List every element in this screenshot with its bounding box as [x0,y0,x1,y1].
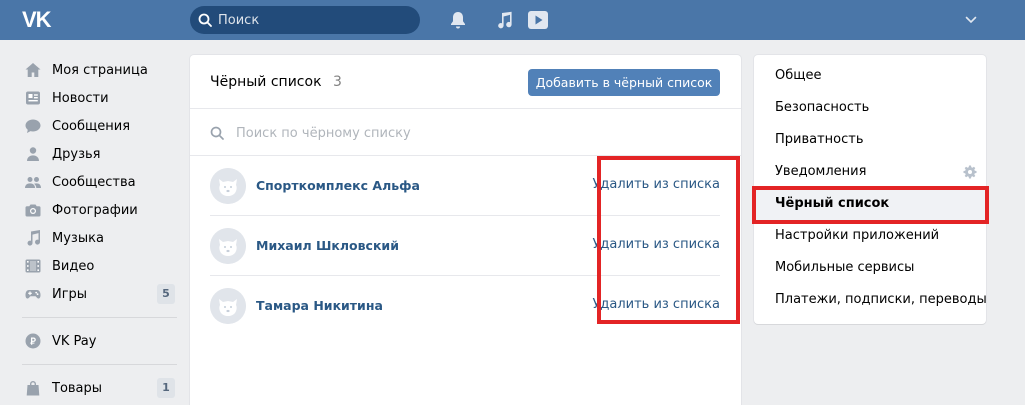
nav-label: Игры [52,286,88,302]
header-search-input[interactable] [218,6,408,34]
nav-label: Музыка [52,230,104,246]
blacklist-count: 3 [333,74,342,90]
add-to-blacklist-button[interactable]: Добавить в чёрный список [528,69,720,96]
search-icon [210,126,224,140]
gear-icon[interactable] [963,165,977,179]
default-avatar-icon [210,228,246,264]
blacklist-search[interactable] [190,110,741,156]
nav-item-my-page[interactable]: Моя страница [22,56,177,84]
video-icon [24,257,42,275]
default-avatar-icon [210,288,246,324]
music-note-icon[interactable] [494,10,514,30]
nav-item-groups[interactable]: Сообщества [22,168,177,196]
home-icon [24,61,42,79]
nav-label: VK Pay [52,333,97,349]
nav-item-games[interactable]: Игры 5 [22,280,177,308]
avatar[interactable] [210,228,246,264]
blocked-user-name[interactable]: Спорткомплекс Альфа [256,178,420,193]
play-icon[interactable] [527,10,549,30]
games-count-badge: 5 [157,284,175,304]
settings-item-general[interactable]: Общее [754,60,986,92]
bag-icon [24,379,42,397]
nav-label: Товары [52,380,103,396]
chevron-down-icon[interactable] [965,16,977,24]
vk-logo[interactable]: VK [22,8,56,32]
friends-icon [24,145,42,163]
groups-icon [24,173,42,191]
blocked-user-name[interactable]: Михаил Шкловский [256,238,399,253]
settings-item-security[interactable]: Безопасность [754,92,986,124]
left-nav: Моя страница Новости Сообщения Друзья Со… [22,56,177,402]
blacklist-header: Чёрный список 3 Добавить в чёрный список [190,55,741,109]
gamepad-icon [24,285,42,303]
nav-label: Видео [52,258,95,274]
nav-item-photos[interactable]: Фотографии [22,196,177,224]
nav-divider [22,317,177,318]
news-icon [24,89,42,107]
camera-icon [24,201,42,219]
settings-item-payments[interactable]: Платежи, подписки, переводы [754,284,987,316]
nav-item-video[interactable]: Видео [22,252,177,280]
highlight-remove-links [597,156,740,324]
search-icon [198,13,212,27]
bell-icon[interactable] [448,10,468,30]
nav-item-news[interactable]: Новости [22,84,177,112]
nav-item-music[interactable]: Музыка [22,224,177,252]
music-icon [24,229,42,247]
goods-count-badge: 1 [157,378,175,398]
nav-label: Друзья [52,146,101,162]
nav-divider [22,364,177,365]
blocked-user-name[interactable]: Тамара Никитина [256,298,383,313]
nav-label: Фотографии [52,202,138,218]
settings-item-notifications[interactable]: Уведомления [754,156,986,188]
header-search[interactable] [190,6,420,34]
highlight-blacklist-item [752,186,989,224]
top-header: VK [0,0,1025,40]
nav-label: Сообщества [52,174,136,190]
settings-item-app-settings[interactable]: Настройки приложений [754,220,986,252]
messages-icon [24,117,42,135]
nav-item-messages[interactable]: Сообщения [22,112,177,140]
nav-label: Новости [52,90,109,106]
vkpay-icon [24,332,42,350]
avatar[interactable] [210,168,246,204]
nav-label: Моя страница [52,62,148,78]
settings-item-label: Уведомления [775,164,867,179]
nav-item-friends[interactable]: Друзья [22,140,177,168]
nav-item-goods[interactable]: Товары 1 [22,374,177,402]
page-title: Чёрный список [210,74,322,90]
settings-item-privacy[interactable]: Приватность [754,124,986,156]
blacklist-search-input[interactable] [236,120,716,146]
nav-item-vk-pay[interactable]: VK Pay [22,327,177,355]
settings-item-mobile-services[interactable]: Мобильные сервисы [754,252,986,284]
default-avatar-icon [210,168,246,204]
nav-label: Сообщения [52,118,131,134]
avatar[interactable] [210,288,246,324]
